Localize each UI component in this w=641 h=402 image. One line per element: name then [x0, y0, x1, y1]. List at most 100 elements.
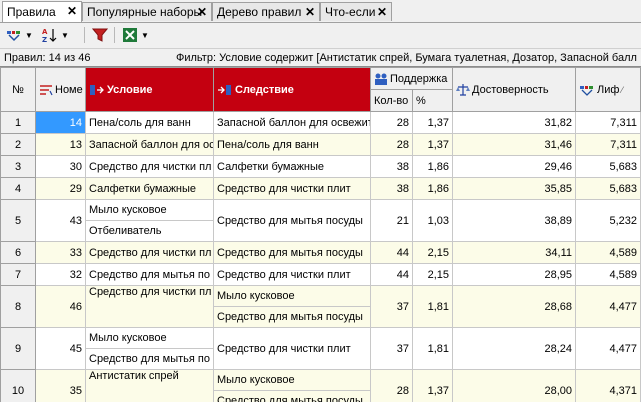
column-header-lift[interactable]: Лиф ⁄: [576, 68, 641, 112]
cell-support-count[interactable]: 28: [371, 112, 413, 134]
cell-condition[interactable]: Средство для чистки пл: [86, 242, 214, 264]
cell-confidence[interactable]: 29,46: [453, 156, 576, 178]
cell-support-percent[interactable]: 1,86: [413, 156, 453, 178]
cell-lift[interactable]: 4,589: [576, 242, 641, 264]
cell-confidence[interactable]: 28,00: [453, 370, 576, 402]
cell-consequence[interactable]: Салфетки бумажные: [214, 156, 371, 178]
sort-button[interactable]: A Z ▼: [42, 26, 69, 44]
cell-consequence[interactable]: Средство для мытья посуды: [214, 242, 371, 264]
close-icon[interactable]: ✕: [377, 5, 387, 19]
cell-rule-number[interactable]: 13: [36, 134, 86, 156]
cell-condition[interactable]: Салфетки бумажные: [86, 178, 214, 200]
cell-lift[interactable]: 4,477: [576, 328, 641, 370]
cell-condition[interactable]: Пена/соль для ванн: [86, 112, 214, 134]
cell-condition[interactable]: Средство для чистки пл: [86, 156, 214, 178]
table-row[interactable]: 945Мыло кусковоеСредство для чистки плит…: [1, 328, 641, 349]
column-header-consequence[interactable]: Следствие: [214, 68, 371, 112]
cell-support-percent[interactable]: 1,37: [413, 112, 453, 134]
column-header-support-percent[interactable]: %: [413, 90, 453, 112]
cell-support-count[interactable]: 28: [371, 134, 413, 156]
cell-confidence[interactable]: 28,24: [453, 328, 576, 370]
cell-condition[interactable]: Средство для чистки пл: [86, 286, 214, 328]
chevron-down-icon[interactable]: ▼: [141, 31, 149, 40]
cell-support-percent[interactable]: 1,37: [413, 134, 453, 156]
cell-rule-number[interactable]: 46: [36, 286, 86, 328]
table-row[interactable]: 846Средство для чистки плМыло кусковое37…: [1, 286, 641, 307]
cell-condition[interactable]: Отбеливатель: [86, 221, 214, 242]
cell-consequence[interactable]: Средство для чистки плит: [214, 264, 371, 286]
cell-support-count[interactable]: 21: [371, 200, 413, 242]
cell-consequence[interactable]: Средство для чистки плит: [214, 178, 371, 200]
cell-consequence[interactable]: Мыло кусковое: [214, 286, 371, 307]
cell-condition[interactable]: Мыло кусковое: [86, 200, 214, 221]
tab-rule-tree[interactable]: Дерево правил ✕: [212, 2, 320, 21]
cell-support-percent[interactable]: 1,37: [413, 370, 453, 402]
column-header-number[interactable]: Номе: [36, 68, 86, 112]
cell-lift[interactable]: 7,311: [576, 112, 641, 134]
cell-support-percent[interactable]: 1,86: [413, 178, 453, 200]
cell-condition[interactable]: Антистатик спрей: [86, 370, 214, 402]
table-row[interactable]: 633Средство для чистки плСредство для мы…: [1, 242, 641, 264]
cell-condition[interactable]: Мыло кусковое: [86, 328, 214, 349]
cell-condition[interactable]: Запасной баллон для ос: [86, 134, 214, 156]
cell-support-count[interactable]: 37: [371, 286, 413, 328]
close-icon[interactable]: ✕: [305, 5, 315, 19]
cell-support-count[interactable]: 44: [371, 264, 413, 286]
cell-lift[interactable]: 4,477: [576, 286, 641, 328]
cell-support-percent[interactable]: 1,03: [413, 200, 453, 242]
cell-confidence[interactable]: 28,68: [453, 286, 576, 328]
cell-support-count[interactable]: 38: [371, 178, 413, 200]
tab-popular-sets[interactable]: Популярные наборы ✕: [82, 2, 212, 21]
cell-consequence[interactable]: Мыло кусковое: [214, 370, 371, 391]
cell-confidence[interactable]: 31,46: [453, 134, 576, 156]
cell-support-count[interactable]: 44: [371, 242, 413, 264]
tab-what-if[interactable]: Что-если ✕: [320, 2, 392, 21]
column-header-support[interactable]: Поддержка: [371, 68, 453, 90]
column-header-index[interactable]: №: [1, 68, 36, 112]
cell-rule-number[interactable]: 33: [36, 242, 86, 264]
cell-lift[interactable]: 7,311: [576, 134, 641, 156]
cell-consequence[interactable]: Средство для мытья посуды: [214, 200, 371, 242]
cell-lift[interactable]: 4,371: [576, 370, 641, 402]
cell-confidence[interactable]: 31,82: [453, 112, 576, 134]
table-row[interactable]: 330Средство для чистки плСалфетки бумажн…: [1, 156, 641, 178]
cell-lift[interactable]: 4,589: [576, 264, 641, 286]
cell-lift[interactable]: 5,232: [576, 200, 641, 242]
table-row[interactable]: 114Пена/соль для ваннЗапасной баллон для…: [1, 112, 641, 134]
cell-support-count[interactable]: 38: [371, 156, 413, 178]
cell-lift[interactable]: 5,683: [576, 178, 641, 200]
cell-support-count[interactable]: 28: [371, 370, 413, 402]
cell-lift[interactable]: 5,683: [576, 156, 641, 178]
cell-support-count[interactable]: 37: [371, 328, 413, 370]
cell-confidence[interactable]: 28,95: [453, 264, 576, 286]
cell-consequence[interactable]: Пена/соль для ванн: [214, 134, 371, 156]
tab-rules[interactable]: Правила ✕: [2, 1, 82, 22]
chevron-down-icon[interactable]: ▼: [25, 31, 33, 40]
column-header-support-count[interactable]: Кол-во: [371, 90, 413, 112]
cell-rule-number[interactable]: 14: [36, 112, 86, 134]
cell-condition[interactable]: Средство для мытья по: [86, 349, 214, 370]
table-row[interactable]: 543Мыло кусковоеСредство для мытья посуд…: [1, 200, 641, 221]
cell-consequence[interactable]: Средство для чистки плит: [214, 328, 371, 370]
close-icon[interactable]: ✕: [197, 5, 207, 19]
cell-consequence[interactable]: Средство для мытья посуды: [214, 307, 371, 328]
cell-rule-number[interactable]: 30: [36, 156, 86, 178]
cell-rule-number[interactable]: 43: [36, 200, 86, 242]
cell-support-percent[interactable]: 2,15: [413, 242, 453, 264]
close-icon[interactable]: ✕: [67, 4, 77, 18]
table-row[interactable]: 429Салфетки бумажныеСредство для чистки …: [1, 178, 641, 200]
column-header-condition[interactable]: Условие: [86, 68, 214, 112]
cell-rule-number[interactable]: 29: [36, 178, 86, 200]
cell-rule-number[interactable]: 45: [36, 328, 86, 370]
cell-confidence[interactable]: 38,89: [453, 200, 576, 242]
cell-condition[interactable]: Средство для мытья по: [86, 264, 214, 286]
cell-confidence[interactable]: 35,85: [453, 178, 576, 200]
cell-consequence[interactable]: Запасной баллон для освежит: [214, 112, 371, 134]
cell-support-percent[interactable]: 1,81: [413, 328, 453, 370]
table-row[interactable]: 213Запасной баллон для осПена/соль для в…: [1, 134, 641, 156]
cell-rule-number[interactable]: 35: [36, 370, 86, 402]
excel-export-button[interactable]: ▼: [122, 26, 149, 44]
filter-button[interactable]: [92, 26, 108, 44]
cell-consequence[interactable]: Средство для мытья посуды: [214, 391, 371, 402]
rule-filter-button[interactable]: ▼: [6, 26, 33, 44]
